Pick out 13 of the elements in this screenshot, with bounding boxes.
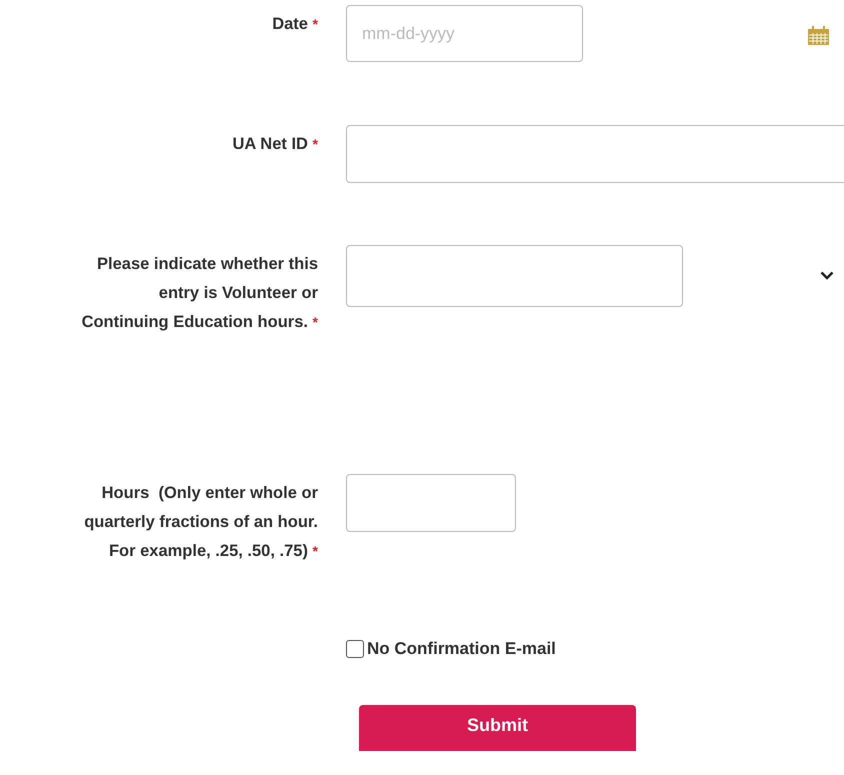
net-id-field[interactable] bbox=[346, 125, 844, 183]
checkbox-label[interactable]: No Confirmation E-mail bbox=[367, 639, 556, 659]
date-field[interactable]: mm-dd-yyyy bbox=[346, 5, 583, 62]
field-label: Please indicate whether this entry is Volunteer or Continuing Education hours. * bbox=[80, 254, 319, 333]
checkbox[interactable] bbox=[346, 640, 364, 658]
hours-type-select[interactable] bbox=[346, 245, 683, 307]
field-label: UA Net ID * bbox=[231, 134, 319, 155]
field-label: Date * bbox=[271, 14, 319, 35]
field-label: Hours (Only enter whole or quarterly fractions of an hour. For example, .25, .50, .75) * bbox=[83, 483, 319, 562]
submit-button[interactable]: Submit bbox=[359, 705, 636, 751]
hours-field[interactable] bbox=[346, 474, 516, 532]
calendar-icon bbox=[808, 26, 829, 45]
chevron-icon bbox=[820, 271, 834, 280]
